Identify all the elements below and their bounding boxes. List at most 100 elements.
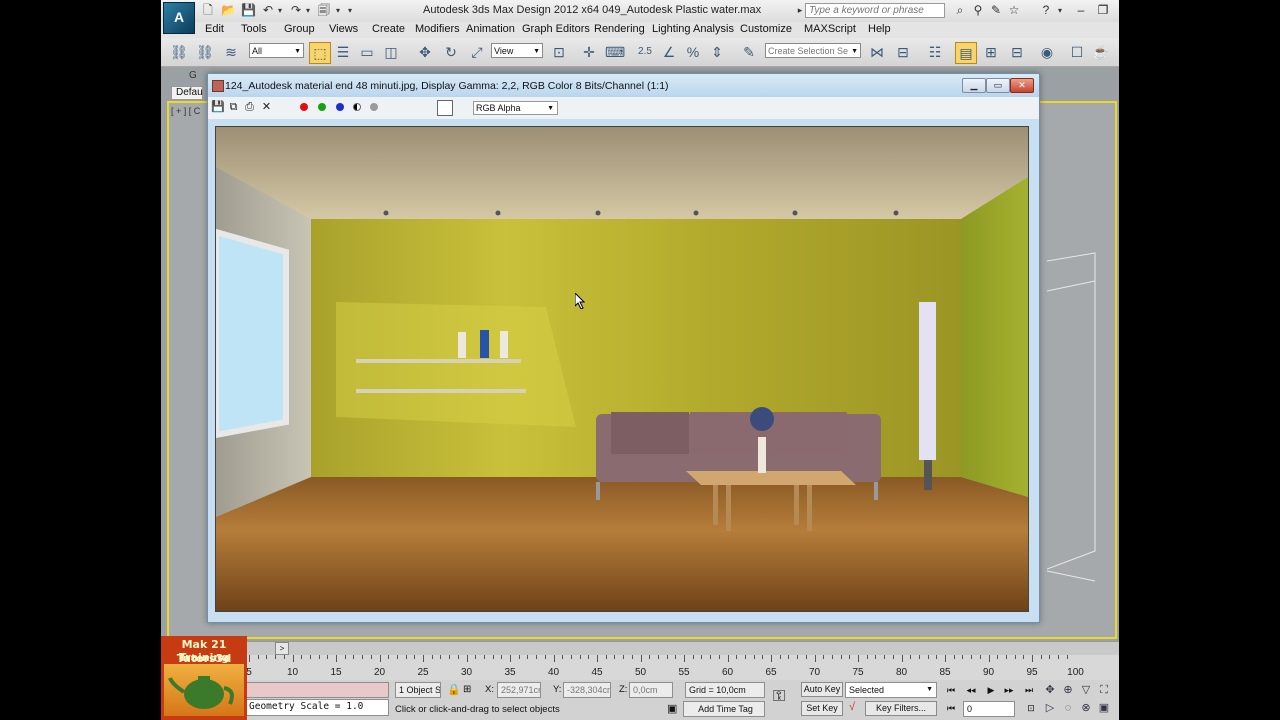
menu-group[interactable]: Group: [284, 23, 315, 35]
menu-views[interactable]: Views: [329, 23, 358, 35]
print-image-icon[interactable]: ⎙: [243, 101, 256, 114]
green-channel-icon[interactable]: [318, 103, 326, 111]
app-logo-icon[interactable]: A: [163, 2, 195, 34]
x-coordinate-field[interactable]: 252,971cm: [497, 682, 541, 698]
restore-window-icon[interactable]: ❐: [1093, 2, 1113, 18]
viewport-corner-label[interactable]: [ + ] [ C: [171, 106, 200, 116]
key-mode-toggle-icon[interactable]: ⏮: [943, 701, 959, 715]
named-selection-select[interactable]: Create Selection Se ▼: [765, 43, 861, 58]
material-editor-icon[interactable]: ◉: [1037, 42, 1057, 62]
maximize-icon[interactable]: ▭: [986, 78, 1010, 93]
curve-editor-icon[interactable]: ⊞: [981, 42, 1001, 62]
orbit-icon[interactable]: ◌: [1061, 701, 1075, 715]
channel-display-select[interactable]: RGB Alpha ▼: [473, 101, 558, 115]
mirror-icon[interactable]: ⋈: [867, 42, 887, 62]
window-crossing-icon[interactable]: ◫: [381, 42, 401, 62]
link-icon[interactable]: ⛓: [169, 42, 189, 62]
next-frame-icon[interactable]: ▸▸: [1001, 683, 1017, 697]
go-to-end-icon[interactable]: ⏭: [1021, 683, 1037, 697]
menu-edit[interactable]: Edit: [205, 23, 224, 35]
minimize-icon[interactable]: ▁: [962, 78, 986, 93]
zoom-all-icon[interactable]: ⊗: [1079, 701, 1093, 715]
field-of-view-icon[interactable]: ▽: [1079, 683, 1093, 697]
reference-coord-select[interactable]: View ▼: [491, 43, 543, 58]
play-icon[interactable]: ▶: [983, 683, 999, 697]
time-tag-icon[interactable]: ▣: [667, 702, 677, 715]
customize-qat-icon[interactable]: ▾: [343, 4, 357, 17]
menu-tools[interactable]: Tools: [241, 23, 267, 35]
select-by-name-icon[interactable]: ☰: [333, 42, 353, 62]
bind-spacewarp-icon[interactable]: ≋: [221, 42, 241, 62]
spinner-snap-icon[interactable]: ⇕: [707, 42, 727, 62]
redo-dropdown-icon[interactable]: ▾: [301, 4, 315, 17]
communication-center-icon[interactable]: ✎: [989, 4, 1003, 17]
lock-selection-icon[interactable]: [284, 683, 298, 697]
snaps-toggle-icon[interactable]: 2.5: [635, 42, 655, 62]
pan-view-icon[interactable]: ✥: [1043, 683, 1057, 697]
alpha-channel-icon[interactable]: [353, 103, 361, 111]
key-mode-select[interactable]: Selected ▼: [845, 682, 937, 698]
maximize-viewport-icon[interactable]: ⛶: [1097, 683, 1111, 697]
current-frame-field[interactable]: 0: [963, 701, 1015, 717]
set-key-button[interactable]: Set Key: [801, 701, 843, 716]
monochrome-icon[interactable]: [370, 103, 378, 111]
time-slider-next[interactable]: >: [275, 642, 289, 655]
new-file-icon[interactable]: 🗋: [201, 4, 215, 17]
key-filters-button[interactable]: Key Filters...: [865, 701, 937, 716]
time-slider-track[interactable]: [161, 641, 1119, 656]
undo-dropdown-icon[interactable]: ▾: [273, 4, 287, 17]
viewport-layout-tab[interactable]: Defau: [171, 86, 203, 100]
menu-rendering[interactable]: Rendering: [594, 23, 645, 35]
rotate-icon[interactable]: ↻: [441, 42, 461, 62]
align-icon[interactable]: ⊟: [893, 42, 913, 62]
search-input[interactable]: [805, 3, 945, 18]
z-coordinate-field[interactable]: 0,0cm: [629, 682, 673, 698]
menu-help[interactable]: Help: [868, 23, 891, 35]
close-icon[interactable]: ✕: [1010, 78, 1034, 93]
project-folder-icon[interactable]: 🗐: [317, 4, 331, 17]
red-channel-icon[interactable]: [300, 103, 308, 111]
help-icon[interactable]: ?: [1039, 4, 1053, 17]
scale-icon[interactable]: ⤢: [467, 42, 487, 62]
rect-selection-icon[interactable]: ▭: [357, 42, 377, 62]
selection-filter-select[interactable]: All ▼: [249, 43, 304, 58]
frame-window-titlebar[interactable]: 124_Autodesk material end 48 minuti.jpg,…: [208, 74, 1039, 97]
unlink-icon[interactable]: ⛓: [195, 42, 215, 62]
set-key-icon[interactable]: ⚿: [773, 688, 785, 706]
auto-key-button[interactable]: Auto Key: [801, 682, 843, 697]
maxscript-listener-mini[interactable]: [245, 682, 389, 698]
menu-modifiers[interactable]: Modifiers: [415, 23, 460, 35]
key-filter-curve-icon[interactable]: √: [849, 701, 855, 713]
save-file-icon[interactable]: 💾: [241, 4, 256, 17]
menu-graph-editors[interactable]: Graph Editors: [522, 23, 590, 35]
previous-frame-icon[interactable]: ◂◂: [963, 683, 979, 697]
lock-selection-icon[interactable]: 🔒: [447, 683, 461, 696]
menu-lighting-analysis[interactable]: Lighting Analysis: [652, 23, 734, 35]
select-object-icon[interactable]: ⬚: [309, 42, 331, 64]
min-max-toggle-icon[interactable]: ▣: [1097, 701, 1111, 715]
move-icon[interactable]: ✥: [415, 42, 435, 62]
save-image-icon[interactable]: 💾: [211, 101, 225, 114]
clear-image-icon[interactable]: ✕: [260, 101, 273, 114]
color-swatch[interactable]: [437, 100, 453, 116]
zoom-icon[interactable]: ⊕: [1061, 683, 1075, 697]
y-coordinate-field[interactable]: -328,304cm: [563, 682, 611, 698]
time-config-icon[interactable]: ⊡: [1023, 701, 1039, 715]
minimize-window-icon[interactable]: –: [1071, 2, 1091, 18]
graphite-ribbon-icon[interactable]: ▤: [955, 42, 977, 64]
favorites-star-icon[interactable]: ☆: [1007, 4, 1021, 17]
render-setup-icon[interactable]: ☐: [1067, 42, 1087, 62]
edit-named-selection-icon[interactable]: ✎: [739, 42, 759, 62]
help-dropdown-icon[interactable]: ▾: [1053, 4, 1067, 17]
clone-window-icon[interactable]: ⧉: [227, 101, 240, 114]
angle-snap-icon[interactable]: ∠: [659, 42, 679, 62]
menu-maxscript[interactable]: MAXScript: [804, 23, 856, 35]
walk-through-icon[interactable]: ▷: [1043, 701, 1057, 715]
menu-create[interactable]: Create: [372, 23, 405, 35]
track-bar[interactable]: 5 10 15 20 25 30 35 40 45 50 55 60 65 70 75 80 85 90 95 100: [205, 655, 1119, 681]
go-to-start-icon[interactable]: ⏮: [943, 683, 959, 697]
keyboard-shortcut-icon[interactable]: ⌨: [605, 42, 625, 62]
pivot-center-icon[interactable]: ⊡: [549, 42, 569, 62]
render-production-icon[interactable]: ☕: [1091, 42, 1111, 62]
menu-customize[interactable]: Customize: [740, 23, 792, 35]
